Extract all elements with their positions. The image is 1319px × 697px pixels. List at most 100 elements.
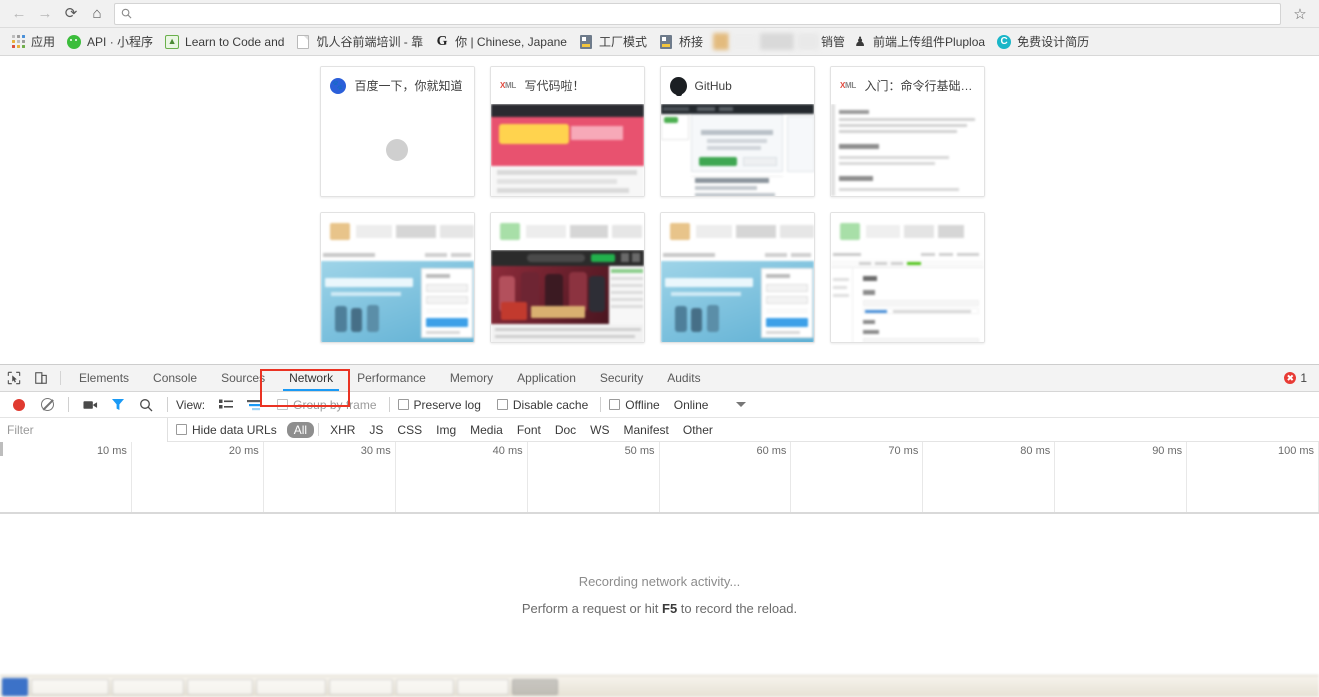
tab-audits[interactable]: Audits	[655, 365, 712, 391]
bookmark-label: 销管	[821, 35, 846, 49]
tile-baidu[interactable]: 🐾 百度一下，你就知道	[319, 66, 475, 197]
tile-preview	[490, 104, 644, 196]
back-icon[interactable]: ←	[6, 1, 32, 27]
reload-icon[interactable]: ⟳	[58, 1, 84, 27]
throttling-value[interactable]: Online	[674, 398, 709, 412]
timeline-tick: 100 ms	[1277, 445, 1315, 457]
camera-icon[interactable]	[77, 393, 103, 417]
filter-type-img[interactable]: Img	[429, 422, 463, 438]
timeline-tick: 80 ms	[1020, 445, 1051, 457]
tile-xiedaimala[interactable]: XML 写代码啦！	[489, 66, 645, 197]
bookmark-jirengu[interactable]: 饥人谷前端培训 - 靠	[291, 31, 430, 53]
filter-type-font[interactable]: Font	[510, 422, 548, 438]
filter-type-ws[interactable]: WS	[583, 422, 616, 438]
bookmark-bridge-pattern[interactable]: 桥接	[654, 31, 710, 53]
tile-title: GitHub	[694, 78, 732, 93]
taskbar-item[interactable]	[187, 678, 253, 695]
taskbar-item[interactable]	[329, 678, 393, 695]
bookmark-label: 工厂模式	[598, 35, 647, 49]
funnel-icon[interactable]	[105, 393, 131, 417]
search-icon[interactable]	[133, 393, 159, 417]
hide-data-urls-checkbox[interactable]: Hide data URLs	[176, 423, 277, 437]
bookmark-apps[interactable]: 应用	[6, 31, 62, 53]
disable-cache-checkbox[interactable]: Disable cache	[496, 398, 588, 412]
forward-icon[interactable]: →	[32, 1, 58, 27]
tab-console[interactable]: Console	[141, 365, 209, 391]
start-button[interactable]	[2, 677, 28, 696]
waterfall-view-icon[interactable]	[241, 393, 267, 417]
bookmark-free-resume[interactable]: C 免费设计简历	[992, 31, 1096, 53]
blurred-title	[329, 222, 474, 241]
bookmark-google-translate[interactable]: G 你 | Chinese, Japane	[430, 31, 574, 53]
filter-type-manifest[interactable]: Manifest	[617, 422, 676, 438]
bookmark-factory-pattern[interactable]: 工厂模式	[574, 31, 654, 53]
star-icon[interactable]: ☆	[1287, 1, 1313, 27]
taskbar-item[interactable]	[256, 678, 326, 695]
tab-application[interactable]: Application	[505, 365, 588, 391]
tab-label: Audits	[667, 371, 701, 385]
home-icon[interactable]: ⌂	[84, 1, 110, 27]
filter-type-media[interactable]: Media	[463, 422, 510, 438]
bookmark-bar: 应用 API · 小程序 ▲ Learn to Code and 饥人谷前端培训…	[0, 28, 1319, 56]
address-bar[interactable]	[114, 2, 1281, 25]
chevron-down-icon[interactable]	[728, 393, 754, 417]
tile-blurred-portal-a[interactable]	[319, 212, 475, 343]
tab-security[interactable]: Security	[588, 365, 655, 391]
tile-blurred-portal-b[interactable]	[659, 212, 815, 343]
github-icon	[669, 76, 687, 96]
filter-type-css[interactable]: CSS	[390, 422, 429, 438]
tile-blurred-api-doc[interactable]	[829, 212, 985, 343]
tab-performance[interactable]: Performance	[345, 365, 438, 391]
filter-type-doc[interactable]: Doc	[548, 422, 583, 438]
timeline-cell: 100 ms	[1187, 442, 1319, 513]
tile-header	[830, 213, 984, 250]
taskbar-item[interactable]	[112, 678, 184, 695]
tile-github[interactable]: GitHub	[659, 66, 815, 197]
filter-type-xhr[interactable]: XHR	[323, 422, 362, 438]
taskbar-item[interactable]	[31, 678, 109, 695]
taskbar-item[interactable]	[512, 678, 558, 695]
network-empty-state: Recording network activity... Perform a …	[0, 514, 1319, 675]
network-overview-timeline[interactable]: 10 ms 20 ms 30 ms 40 ms 50 ms 60 ms 70 m…	[0, 442, 1319, 514]
group-by-frame-checkbox[interactable]: Group by frame	[277, 398, 377, 412]
bookmark-redacted[interactable]: 销管	[710, 31, 848, 53]
bookmark-wechat-api[interactable]: API · 小程序	[62, 31, 160, 53]
tab-memory[interactable]: Memory	[438, 365, 505, 391]
timeline-tick: 50 ms	[624, 445, 655, 457]
filter-type-all[interactable]: All	[286, 421, 315, 438]
timeline-tick: 30 ms	[360, 445, 391, 457]
checkbox-box	[397, 399, 409, 410]
record-button[interactable]	[6, 393, 32, 417]
error-badge[interactable]: ✖ 1	[1284, 365, 1319, 391]
g-letter-icon: G	[436, 33, 448, 49]
timeline-tick: 60 ms	[756, 445, 787, 457]
filter-type-other[interactable]: Other	[676, 422, 720, 438]
timeline-cell: 50 ms	[528, 442, 660, 513]
inspect-element-icon[interactable]	[0, 365, 27, 391]
bookmark-learn-to-code[interactable]: ▲ Learn to Code and	[160, 31, 291, 53]
os-taskbar[interactable]	[0, 675, 1319, 697]
tile-header: GitHub	[660, 67, 814, 104]
offline-checkbox[interactable]: Offline	[609, 398, 660, 412]
blurred-title	[669, 222, 814, 241]
preserve-log-checkbox[interactable]: Preserve log	[397, 398, 481, 412]
timeline-cell: 90 ms	[1055, 442, 1188, 513]
filter-input[interactable]	[0, 417, 168, 442]
clear-icon[interactable]	[34, 393, 60, 417]
devtools-tabbar: Elements Console Sources Network Perform…	[0, 365, 1319, 407]
device-toolbar-icon[interactable]	[27, 365, 54, 391]
filter-type-js[interactable]: JS	[362, 422, 390, 438]
loading-spinner	[386, 139, 408, 161]
tab-elements[interactable]: Elements	[67, 365, 141, 391]
tile-blurred-media[interactable]	[489, 212, 645, 343]
taskbar-item[interactable]	[396, 678, 454, 695]
taskbar-item[interactable]	[457, 678, 509, 695]
tile-command-line-basics[interactable]: XML 入门：命令行基础 - ...	[829, 66, 985, 197]
error-icon: ✖	[1284, 372, 1297, 384]
tab-sources[interactable]: Sources	[209, 365, 277, 391]
bookmark-plupload[interactable]: ♟ 前端上传组件Pluploa	[848, 31, 992, 53]
tab-network[interactable]: Network	[277, 365, 345, 391]
list-view-icon[interactable]	[213, 393, 239, 417]
blurred-thumbnail	[320, 250, 474, 342]
timeline-tick: 70 ms	[888, 445, 919, 457]
